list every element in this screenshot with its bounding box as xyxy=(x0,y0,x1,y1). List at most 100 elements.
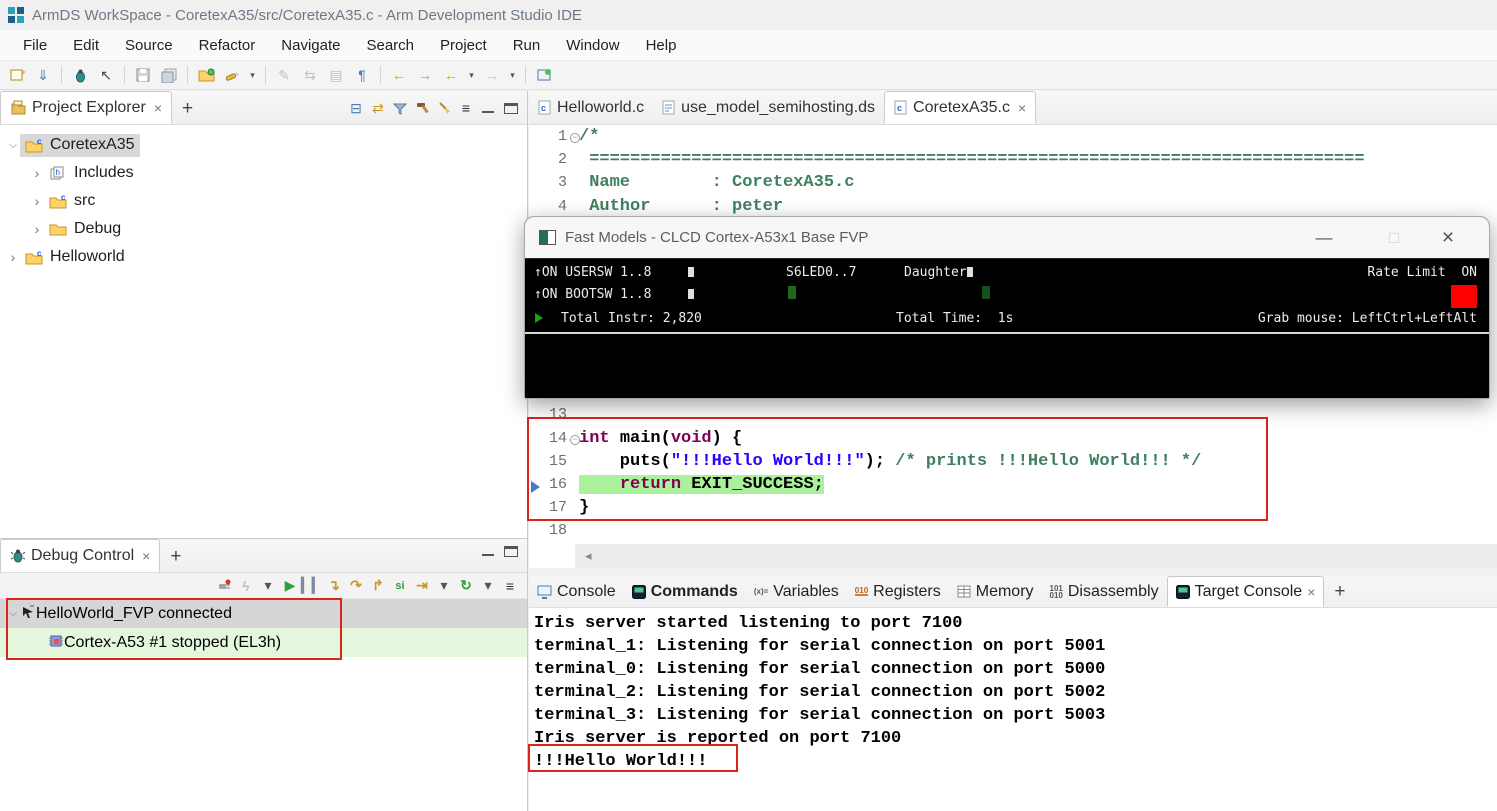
link-editor-icon[interactable]: ⇄ xyxy=(367,98,389,118)
debug-row-1[interactable]: Cortex-A53 #1 stopped (EL3h) xyxy=(0,628,527,657)
collapse-icon[interactable]: ⌵ xyxy=(6,608,20,619)
fvp-maximize-icon[interactable]: □ xyxy=(1379,225,1409,251)
tab-memory[interactable]: Memory xyxy=(949,576,1042,607)
dropdown[interactable]: ▾ xyxy=(257,576,279,596)
restart-icon[interactable]: ↻ xyxy=(455,576,477,596)
horizontal-scrollbar[interactable]: ◂ xyxy=(575,544,1497,568)
code-line-2[interactable]: 2 ======================================… xyxy=(529,150,1497,173)
tab-commands[interactable]: Commands xyxy=(624,576,746,607)
step-into-icon[interactable]: ↴ xyxy=(323,576,345,596)
code-text: Author : peter xyxy=(579,197,783,216)
code-line-1[interactable]: 1−/* xyxy=(529,127,1497,150)
close-icon[interactable]: × xyxy=(1018,100,1026,116)
editor-tab-helloworld-c[interactable]: cHelloworld.c xyxy=(529,91,653,124)
debug-row-0[interactable]: ⌵HelloWorld_FVP connected xyxy=(0,599,527,628)
highlight-pen-icon[interactable] xyxy=(220,64,244,86)
continue-icon[interactable]: ▶ xyxy=(279,576,301,596)
tab-variables[interactable]: (x)=Variables xyxy=(746,576,847,607)
minimize-icon[interactable] xyxy=(482,104,494,113)
editor-tab-use-model-semihosting-ds[interactable]: use_model_semihosting.ds xyxy=(653,91,884,124)
run-to-icon[interactable]: ⇥ xyxy=(411,576,433,596)
import-icon[interactable]: ⇓ xyxy=(31,64,55,86)
console-tab-label: Console xyxy=(557,583,616,601)
forward-history-icon[interactable]: → xyxy=(413,64,437,86)
show-whitespace-icon[interactable]: ¶ xyxy=(350,64,374,86)
maximize-icon[interactable] xyxy=(504,546,518,557)
tree-item-debug[interactable]: ›Debug xyxy=(0,215,527,243)
dropdown[interactable]: ▾ xyxy=(506,64,519,86)
dropdown[interactable]: ▾ xyxy=(465,64,478,86)
tab-project-explorer[interactable]: Project Explorer × xyxy=(0,91,172,124)
expand-icon[interactable]: › xyxy=(30,165,44,181)
scroll-left-icon[interactable]: ◂ xyxy=(585,548,592,564)
build-icon[interactable] xyxy=(411,98,433,118)
pointer-select-icon[interactable]: ↖ xyxy=(94,64,118,86)
menu-source[interactable]: Source xyxy=(112,33,186,58)
target-console-output[interactable]: Iris server started listening to port 71… xyxy=(529,609,1497,811)
close-icon[interactable]: × xyxy=(154,100,162,116)
tree-item-helloworld[interactable]: ›cHelloworld xyxy=(0,243,527,271)
collapse-all-icon[interactable]: ⊟ xyxy=(345,98,367,118)
menu-navigate[interactable]: Navigate xyxy=(268,33,353,58)
code-line-17[interactable]: 17} xyxy=(529,498,1497,521)
tree-item-coretexa35[interactable]: ⌵cCoretexA35 xyxy=(0,131,527,159)
menu-edit[interactable]: Edit xyxy=(60,33,112,58)
save-icon[interactable] xyxy=(131,64,155,86)
expand-icon[interactable]: › xyxy=(30,193,44,209)
expand-icon[interactable]: › xyxy=(6,249,20,265)
step-return-icon[interactable]: ↱ xyxy=(367,576,389,596)
menu-project[interactable]: Project xyxy=(427,33,500,58)
tab-target-console[interactable]: Target Console× xyxy=(1167,576,1325,607)
step-over-icon[interactable]: ↷ xyxy=(345,576,367,596)
close-icon[interactable]: × xyxy=(142,548,150,564)
code-line-14[interactable]: 14−int main(void) { xyxy=(529,429,1497,452)
sash[interactable] xyxy=(529,568,1497,576)
tab-console[interactable]: Console xyxy=(529,576,624,607)
code-line-16[interactable]: 16 return EXIT_SUCCESS; xyxy=(529,475,1497,498)
expand-icon[interactable]: › xyxy=(30,221,44,237)
filter-icon[interactable] xyxy=(389,98,411,118)
dropdown[interactable]: ▾ xyxy=(477,576,499,596)
new-view-tab-button[interactable]: + xyxy=(1324,581,1355,607)
tree-item-src[interactable]: ›csrc xyxy=(0,187,527,215)
menu-refactor[interactable]: Refactor xyxy=(186,33,269,58)
minimize-icon[interactable] xyxy=(482,547,494,556)
maximize-icon[interactable] xyxy=(504,103,518,114)
fvp-title-bar[interactable]: Fast Models - CLCD Cortex-A53x1 Base FVP… xyxy=(525,217,1489,259)
fvp-minimize-icon[interactable]: — xyxy=(1309,225,1339,251)
dropdown[interactable]: ▾ xyxy=(433,576,455,596)
code-line-18[interactable]: 18 xyxy=(529,521,1497,544)
editor-tab-coretexa35-c[interactable]: cCoretexA35.c× xyxy=(884,91,1036,124)
interrupt-icon[interactable]: ▎▎ xyxy=(301,576,323,596)
tab-debug-control[interactable]: Debug Control × xyxy=(0,539,160,572)
dropdown[interactable]: ▾ xyxy=(246,64,259,86)
menu-run[interactable]: Run xyxy=(500,33,554,58)
code-line-3[interactable]: 3 Name : CoretexA35.c xyxy=(529,173,1497,196)
save-all-icon[interactable] xyxy=(157,64,181,86)
menu-file[interactable]: File xyxy=(10,33,60,58)
open-task-icon[interactable] xyxy=(194,64,218,86)
menu-help[interactable]: Help xyxy=(633,33,690,58)
view-menu-icon[interactable]: ≡ xyxy=(499,576,521,596)
code-line-15[interactable]: 15 puts("!!!Hello World!!!"); /* prints … xyxy=(529,452,1497,475)
menu-search[interactable]: Search xyxy=(353,33,427,58)
menu-window[interactable]: Window xyxy=(553,33,632,58)
disconnect-icon[interactable] xyxy=(213,576,235,596)
debug-icon[interactable] xyxy=(68,64,92,86)
step-instruction-icon[interactable]: si xyxy=(389,576,411,596)
new-wizard-icon[interactable]: ✶ xyxy=(5,64,29,86)
new-view-tab-button[interactable]: + xyxy=(172,98,203,124)
view-menu-icon[interactable]: ≡ xyxy=(455,98,477,118)
collapse-icon[interactable]: ⌵ xyxy=(6,140,20,151)
close-icon[interactable]: × xyxy=(1307,584,1315,600)
back-history-icon[interactable]: ← xyxy=(387,64,411,86)
fvp-close-icon[interactable]: × xyxy=(1433,225,1463,251)
new-view-tab-button[interactable]: + xyxy=(160,546,191,572)
tree-item-includes[interactable]: ›hIncludes xyxy=(0,159,527,187)
tab-disassembly[interactable]: 101010Disassembly xyxy=(1042,576,1167,607)
clean-icon[interactable] xyxy=(433,98,455,118)
back-icon[interactable]: ← xyxy=(439,64,463,86)
code-line-13[interactable]: 13 xyxy=(529,405,1497,428)
pin-editor-icon[interactable] xyxy=(532,64,556,86)
tab-registers[interactable]: 010Registers xyxy=(847,576,949,607)
